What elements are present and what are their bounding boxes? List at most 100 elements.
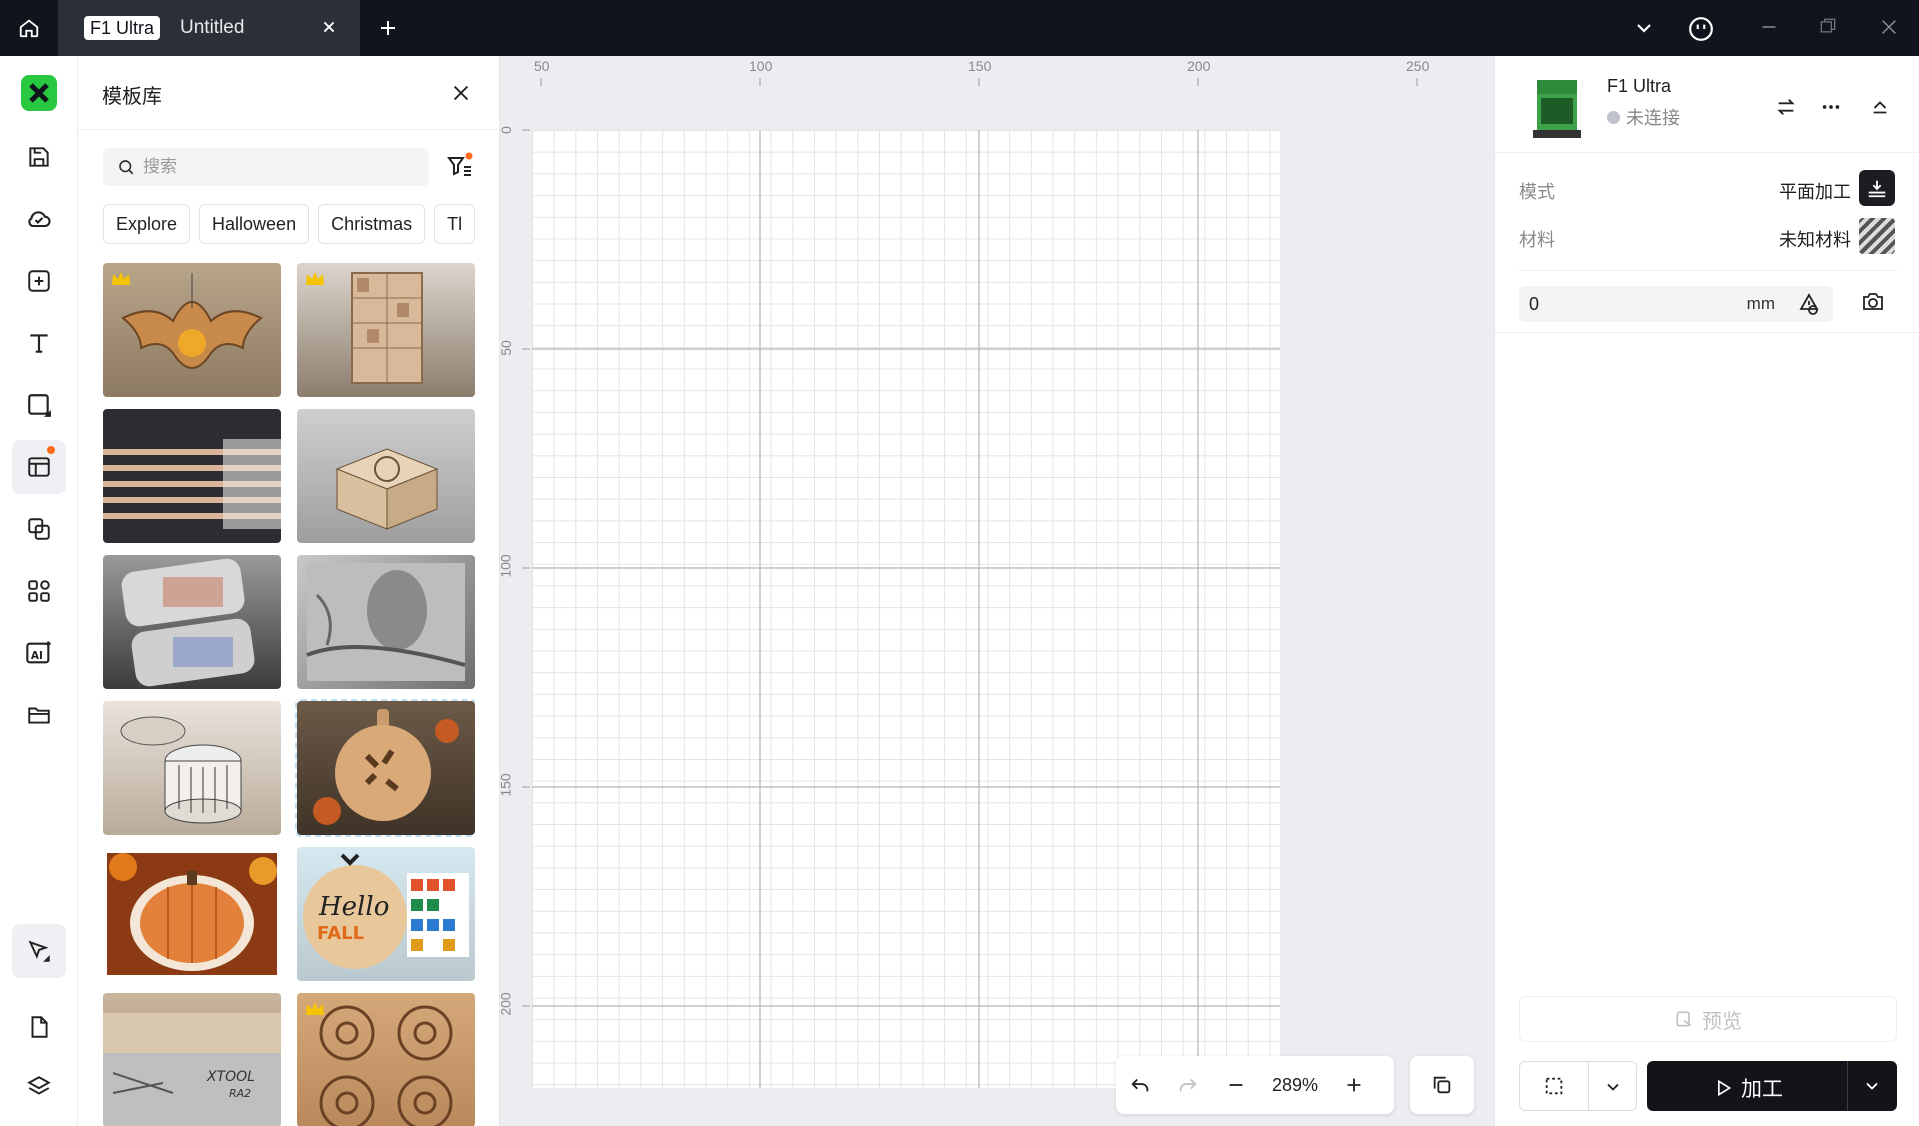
document-tab[interactable]: F1 Ultra Untitled: [58, 0, 360, 56]
more-options-button[interactable]: [1819, 96, 1843, 118]
search-icon: [119, 160, 134, 175]
svg-text:Hello: Hello: [318, 892, 389, 922]
search-input[interactable]: [143, 157, 413, 177]
design-canvas[interactable]: 50 100 150 200 250 0 50 100 150 200 289%: [497, 56, 1494, 1126]
folder-icon: [28, 707, 50, 724]
template-eagle-relief[interactable]: [297, 555, 475, 689]
hello-fall-image: HelloFALL: [303, 853, 469, 969]
chevron-down-icon: [1637, 24, 1651, 33]
template-pumpkin-decor[interactable]: [103, 847, 281, 981]
filter-icon: [447, 152, 473, 176]
height-unit: mm: [1746, 294, 1775, 313]
height-value[interactable]: 0: [1529, 294, 1539, 315]
restore-button[interactable]: [1818, 16, 1838, 36]
panel-close-button[interactable]: [450, 82, 472, 104]
premium-crown-icon: [112, 272, 130, 285]
template-xtool-box[interactable]: XTOOL RA2: [103, 993, 281, 1126]
template-carved-box[interactable]: [297, 409, 475, 543]
template-round-container[interactable]: [103, 701, 281, 835]
carved-box-image: [335, 448, 439, 530]
shape-tool-button[interactable]: [12, 378, 66, 432]
mode-button[interactable]: [1859, 170, 1895, 206]
template-library-button[interactable]: [12, 440, 66, 494]
text-tool-button[interactable]: [12, 316, 66, 370]
select-tool-button[interactable]: [12, 924, 66, 978]
home-button[interactable]: [0, 0, 58, 56]
cursor-pen-icon: [28, 940, 50, 962]
process-button[interactable]: 加工: [1647, 1061, 1897, 1111]
cloud-save-button[interactable]: [12, 192, 66, 246]
template-material-test-strips[interactable]: [103, 409, 281, 543]
app-logo-button[interactable]: [12, 66, 66, 120]
template-library-panel: 模板库 ExploreHalloweenChristmasTl: [78, 56, 500, 1126]
page-button[interactable]: [12, 1000, 66, 1054]
more-horizontal-icon: [1822, 105, 1840, 109]
auto-measure-button[interactable]: [1797, 292, 1821, 316]
chip-christmas[interactable]: Christmas: [318, 204, 426, 244]
template-hello-fall-sign[interactable]: Hello FALL: [297, 847, 475, 981]
close-icon: [1882, 20, 1896, 34]
minimize-button[interactable]: [1758, 16, 1780, 38]
preview-button[interactable]: 预览: [1519, 996, 1897, 1042]
divider: [1495, 332, 1919, 333]
horizontal-ruler: 50 100 150 200 250: [500, 56, 1494, 86]
switch-device-button[interactable]: [1775, 96, 1797, 118]
device-thumbnail: [1533, 80, 1581, 138]
open-folder-button[interactable]: [12, 688, 66, 742]
height-input-field[interactable]: 0 mm: [1519, 286, 1833, 322]
divider: [1588, 1062, 1589, 1110]
document-icon: [31, 1016, 48, 1038]
preview-label: 预览: [1702, 1010, 1742, 1033]
process-label-group: 加工: [1713, 1073, 1783, 1103]
filter-button[interactable]: [446, 152, 474, 180]
save-button[interactable]: [12, 130, 66, 184]
tab-close-button[interactable]: [318, 16, 340, 38]
divider: [1847, 1061, 1848, 1111]
template-grid: Hello FALL XTOOL RA2: [103, 263, 475, 1126]
zoom-out-button[interactable]: [1212, 1056, 1260, 1114]
frame-button[interactable]: [1519, 1061, 1637, 1111]
layers-icon: [27, 1076, 51, 1095]
template-bat-ornament[interactable]: [103, 263, 281, 397]
minimize-icon: [1762, 26, 1776, 28]
ruler-label: 200: [497, 992, 514, 1016]
material-value[interactable]: 未知材料: [1779, 226, 1851, 252]
apps-button[interactable]: [12, 564, 66, 618]
zoom-in-button[interactable]: [1330, 1056, 1378, 1114]
template-color-test-tags[interactable]: [103, 555, 281, 689]
measure-icon: [1799, 293, 1819, 315]
close-icon: [323, 21, 335, 33]
ruler-label: 150: [497, 773, 514, 797]
feedback-button[interactable]: [1688, 16, 1714, 42]
ruler-label: 200: [1187, 58, 1211, 74]
template-floral-coasters[interactable]: [297, 993, 475, 1126]
panel-header: 模板库: [78, 56, 500, 130]
ruler-label: 100: [749, 58, 773, 74]
chip-halloween[interactable]: Halloween: [199, 204, 310, 244]
template-cutting-board[interactable]: [295, 699, 475, 837]
layers-button[interactable]: [12, 1060, 66, 1114]
dropdown-button[interactable]: [1632, 16, 1656, 40]
undo-button[interactable]: [1116, 1056, 1164, 1114]
chip-explore[interactable]: Explore: [103, 204, 191, 244]
material-swatch[interactable]: [1859, 218, 1895, 254]
import-button[interactable]: [12, 254, 66, 308]
ai-tool-button[interactable]: AI: [12, 626, 66, 680]
camera-button[interactable]: [1861, 290, 1885, 314]
mode-value[interactable]: 平面加工: [1779, 178, 1851, 204]
arrange-button[interactable]: [1410, 1056, 1474, 1114]
collapse-button[interactable]: [1869, 96, 1891, 118]
close-window-button[interactable]: [1878, 16, 1900, 38]
redo-button[interactable]: [1164, 1056, 1212, 1114]
zoom-level[interactable]: 289%: [1260, 1075, 1330, 1096]
divider: [1495, 152, 1919, 153]
color-tags-image: [121, 558, 255, 687]
restore-icon: [1820, 18, 1836, 33]
plus-icon: [1347, 1078, 1361, 1092]
chip-more[interactable]: Tl: [434, 204, 475, 244]
chevron-down-icon: [1607, 1083, 1619, 1091]
new-tab-button[interactable]: [376, 16, 400, 40]
work-area-grid[interactable]: [532, 130, 1280, 1088]
elements-button[interactable]: [12, 502, 66, 556]
template-earring-stand[interactable]: [297, 263, 475, 397]
